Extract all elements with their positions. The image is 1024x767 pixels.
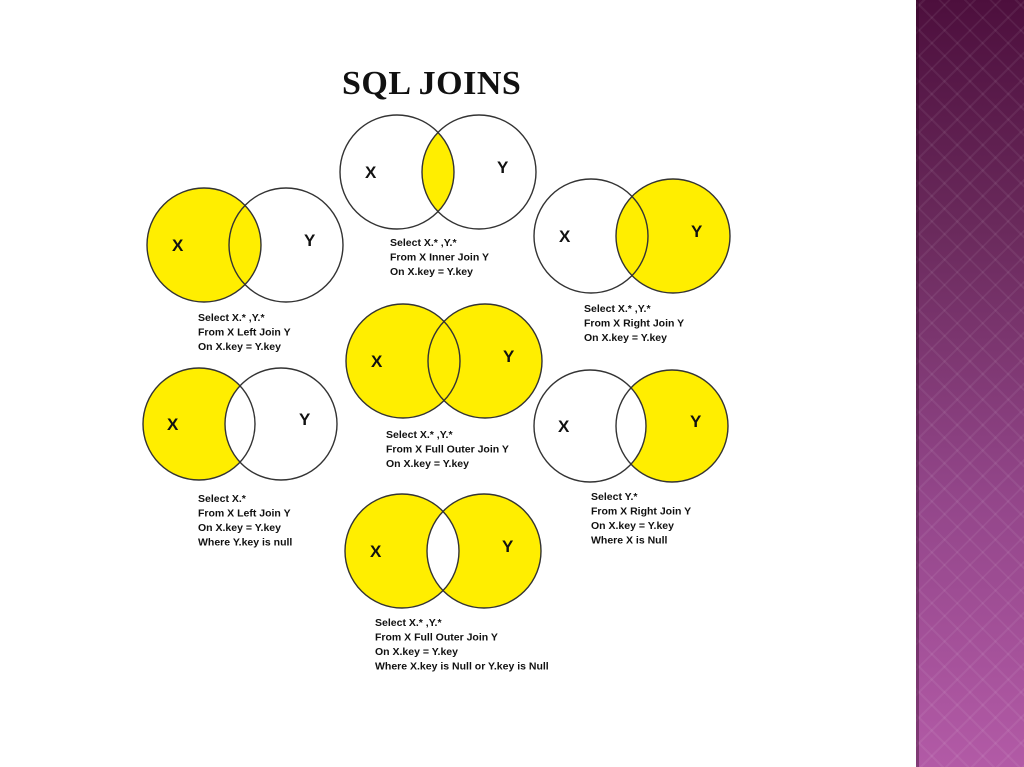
band-edge bbox=[916, 0, 919, 767]
decorative-side-band bbox=[916, 0, 1024, 767]
query-line: On X.key = Y.key bbox=[390, 266, 473, 278]
query-line: From X Right Join Y bbox=[584, 318, 684, 330]
query-line: On X.key = Y.key bbox=[375, 646, 458, 658]
query-line: Select X.* ,Y.* bbox=[390, 237, 457, 249]
set-label-x: X bbox=[365, 163, 377, 182]
set-label-x: X bbox=[370, 542, 382, 561]
query-line: Where X is Null bbox=[591, 535, 668, 547]
venn-left-join: X Y Select X.* ,Y.* From X Left Join Y On X.… bbox=[146, 187, 344, 353]
set-label-y: Y bbox=[299, 410, 311, 429]
query-line: From X Left Join Y bbox=[198, 508, 291, 520]
query-line: From X Inner Join Y bbox=[390, 252, 489, 264]
set-label-y: Y bbox=[691, 222, 703, 241]
query-line: On X.key = Y.key bbox=[198, 341, 281, 353]
venn-full-outer-join-exclusive: X Y Select X.* ,Y.* From X Full Outer Join … bbox=[344, 493, 549, 673]
set-label-x: X bbox=[371, 352, 383, 371]
query-line: Select X.* ,Y.* bbox=[386, 429, 453, 441]
query-line: Where X.key is Null or Y.key is Null bbox=[375, 661, 549, 673]
page-title: SQL JOINS bbox=[342, 65, 521, 102]
set-label-y: Y bbox=[304, 231, 316, 250]
query-line: From X Left Join Y bbox=[198, 327, 291, 339]
venn-right-join-exclusive: X Y Select Y.* From X Right Join Y On X.key … bbox=[533, 369, 729, 547]
set-label-y: Y bbox=[502, 537, 514, 556]
slide: SQL JOINS X Y Select X.* ,Y.* From X Inner … bbox=[0, 0, 916, 767]
sql-joins-diagram: SQL JOINS X Y Select X.* ,Y.* From X Inner … bbox=[142, 65, 731, 673]
query-line: Select X.* ,Y.* bbox=[584, 303, 651, 315]
venn-diagrams: X Y Select X.* ,Y.* From X Inner Join Y On X… bbox=[142, 114, 731, 673]
band-pattern bbox=[916, 0, 1024, 767]
query-line: On X.key = Y.key bbox=[198, 522, 281, 534]
query-line: Where Y.key is null bbox=[198, 537, 292, 549]
set-label-x: X bbox=[559, 227, 571, 246]
query-line: From X Full Outer Join Y bbox=[386, 444, 509, 456]
set-label-y: Y bbox=[690, 412, 702, 431]
query-line: Select Y.* bbox=[591, 491, 638, 503]
query-line: On X.key = Y.key bbox=[386, 458, 469, 470]
query-line: Select X.* bbox=[198, 493, 247, 505]
query-line: From X Right Join Y bbox=[591, 506, 691, 518]
set-label-y: Y bbox=[503, 347, 515, 366]
query-line: On X.key = Y.key bbox=[584, 332, 667, 344]
set-label-x: X bbox=[167, 415, 179, 434]
query-line: From X Full Outer Join Y bbox=[375, 632, 498, 644]
venn-full-outer-join: X Y Select X.* ,Y.* From X Full Outer Join … bbox=[345, 303, 543, 470]
query-line: Select X.* ,Y.* bbox=[375, 617, 442, 629]
set-label-x: X bbox=[558, 417, 570, 436]
set-label-y: Y bbox=[497, 158, 509, 177]
query-line: On X.key = Y.key bbox=[591, 520, 674, 532]
venn-right-join: X Y Select X.* ,Y.* From X Right Join Y On X… bbox=[533, 178, 731, 344]
set-label-x: X bbox=[172, 236, 184, 255]
venn-inner-join: X Y Select X.* ,Y.* From X Inner Join Y On X… bbox=[339, 114, 537, 278]
query-line: Select X.* ,Y.* bbox=[198, 312, 265, 324]
venn-left-join-exclusive: X Y Select X.* From X Left Join Y On X.key =… bbox=[142, 367, 338, 549]
